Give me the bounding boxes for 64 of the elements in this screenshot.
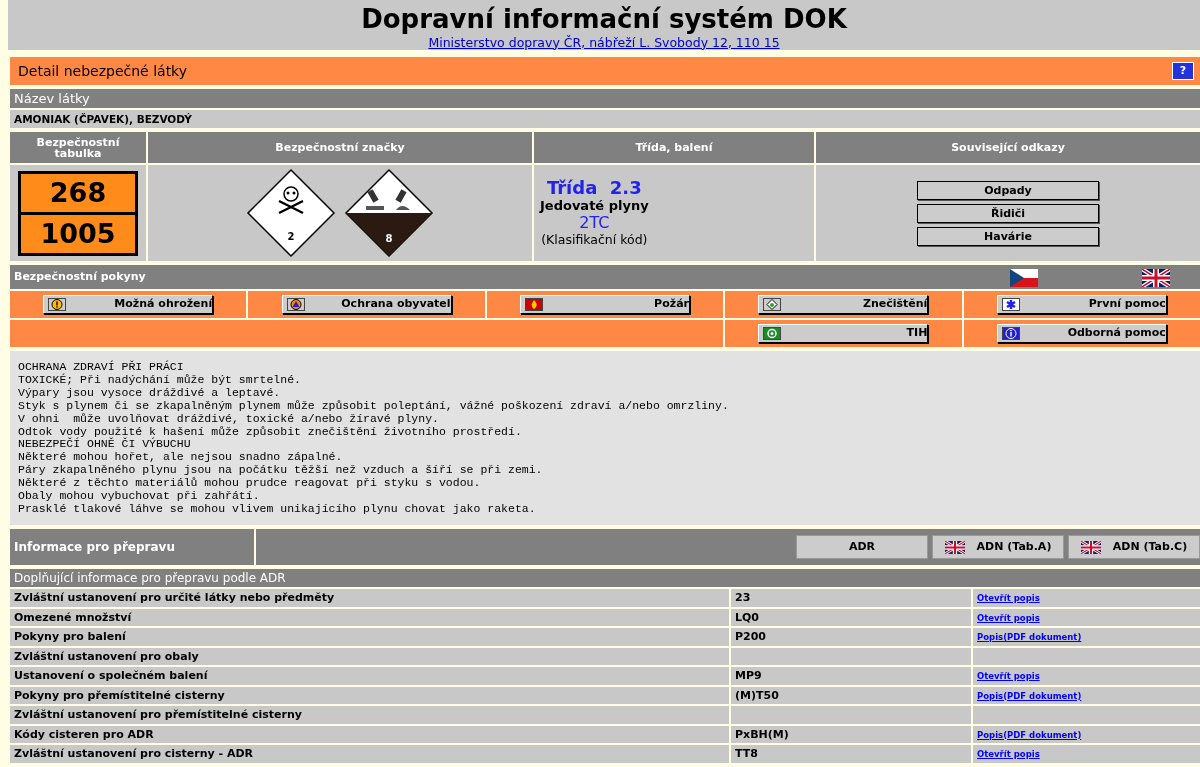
table-cell: LQ0 [731,608,971,626]
table-cell: Ustanovení o společném balení [10,667,729,685]
address-link[interactable]: Ministerstvo dopravy ČR, nábřeží L. Svobody 12, 110 15 [428,34,780,50]
safety-button[interactable]: Požár [520,295,690,314]
substance-name: AMONIAK (ČPAVEK), BEZVODÝ [10,110,1200,128]
table-cell: Kódy cisteren pro ADR [10,725,729,743]
table-cell: Zvláštní ustanovení pro přemístitelné cisterny [10,706,729,724]
safety-button[interactable]: První pomoc [996,295,1167,314]
table-cell: PxBH(M) [731,725,971,743]
asterisk-icon [1001,298,1020,311]
section-title: Bezpečnostní pokyny [14,268,146,285]
link-button[interactable]: Řidiči [917,203,1099,223]
section-title: Detail nebezpečné látky [18,61,187,81]
class-title: Třída 2.3 [545,178,643,198]
description-link[interactable]: Otevřít popis [977,749,1040,759]
warning-icon [48,298,67,311]
table-cell: Zvláštní ustanovení pro cisterny - ADR [10,745,729,763]
column-header: Bezpečnostní tabulka [10,132,146,163]
transport-tab[interactable]: ADN (Tab.C) [1068,535,1200,559]
transport-tab[interactable]: ADN (Tab.A) [932,535,1064,559]
description-link[interactable]: Otevřít popis [977,593,1040,603]
table-cell: P200 [731,628,971,646]
section-title: Informace pro přepravu [14,539,175,556]
table-cell: Omezené množství [10,608,729,626]
table-cell: TT8 [731,745,971,763]
uk-flag-icon [1142,269,1170,287]
fire-icon [525,298,543,311]
link-button[interactable]: Havárie [917,226,1099,246]
info-icon [1001,327,1020,340]
safety-button[interactable]: TIH [758,324,929,343]
skull-icon [277,186,305,215]
description-link[interactable]: Otevřít popis [977,612,1040,623]
table-cell: MP9 [731,667,971,685]
table-cell: Zvláštní ustanovení pro určité látky nebo předměty [10,589,729,607]
instructions-text: OCHRANA ZDRAVÍ PŘI PRÁCI TOXICKÉ; Při nadýchání může být smrtelné. Výpary jsou vysoce dráždivé a leptavé. Styk s plynem či se zkapalněným plynem může způsobit poleptání, vážné poškození zdraví a/nebo omrzliny. V ohni může uvolňovat dráždivé, toxické a/nebo žíravé plyny. Odtok vody použité k hašení může způsobit znečištění životního prostředí. NEBEZPEČÍ OHNĚ ČI VÝBUCHU Některé mohou hořet, ale nejsou snadno zápalné. Páry zkapalněného plynu jsou na počátku těžší než vzduch a šíří se při zemi. Některé z těchto materiálů mohou prudce reagovat při styku s vodou. Obaly mohou vybuchovat při zahřátí. Prasklé tlakové láhve se mohou vlivem unikajícího plynu chovat jako raketa. [10,351,1200,525]
code-caption: (Klasifikační kód) [540,232,649,248]
transport-tab[interactable]: ADR [796,535,928,559]
safety-button[interactable]: Znečištění [758,295,929,314]
table-cell: 23 [731,589,971,607]
safety-button[interactable]: Ochrana obyvatel [281,295,452,314]
un-number: 1005 [21,211,135,253]
description-link[interactable]: Otevřít popis [977,671,1040,681]
help-button[interactable]: ? [1172,62,1194,80]
section-header: Doplňující informace pro přepravu podle ADR [10,569,1200,587]
table-cell: Zvláštní ustanovení pro obaly [10,647,729,665]
classification-code: 2TC [578,214,611,232]
class-number: 2 [287,231,295,242]
corrosion-icon [366,189,410,210]
class-description: Jedovaté plyny [540,198,649,214]
page-title: Dopravní informační systém DOK [361,6,847,32]
class-number: 8 [385,233,393,244]
column-header: Bezpečnostní značky [148,132,532,163]
section-header: Název látky [10,89,1200,108]
hazard-number: 268 [48,175,108,210]
column-header: Související odkazy [816,132,1200,163]
column-header: Třída, balení [534,132,814,163]
czech-flag-icon [1010,269,1038,287]
safety-button[interactable]: Možná ohrožení [43,295,214,314]
safety-button[interactable]: Odborná pomoc [996,324,1167,343]
table-cell: Pokyny pro balení [10,628,729,646]
table-cell: (M)T50 [731,686,971,704]
target-icon [763,327,782,340]
table-cell: Pokyny pro přemístitelné cisterny [10,686,729,704]
link-button[interactable]: Odpady [917,180,1099,200]
